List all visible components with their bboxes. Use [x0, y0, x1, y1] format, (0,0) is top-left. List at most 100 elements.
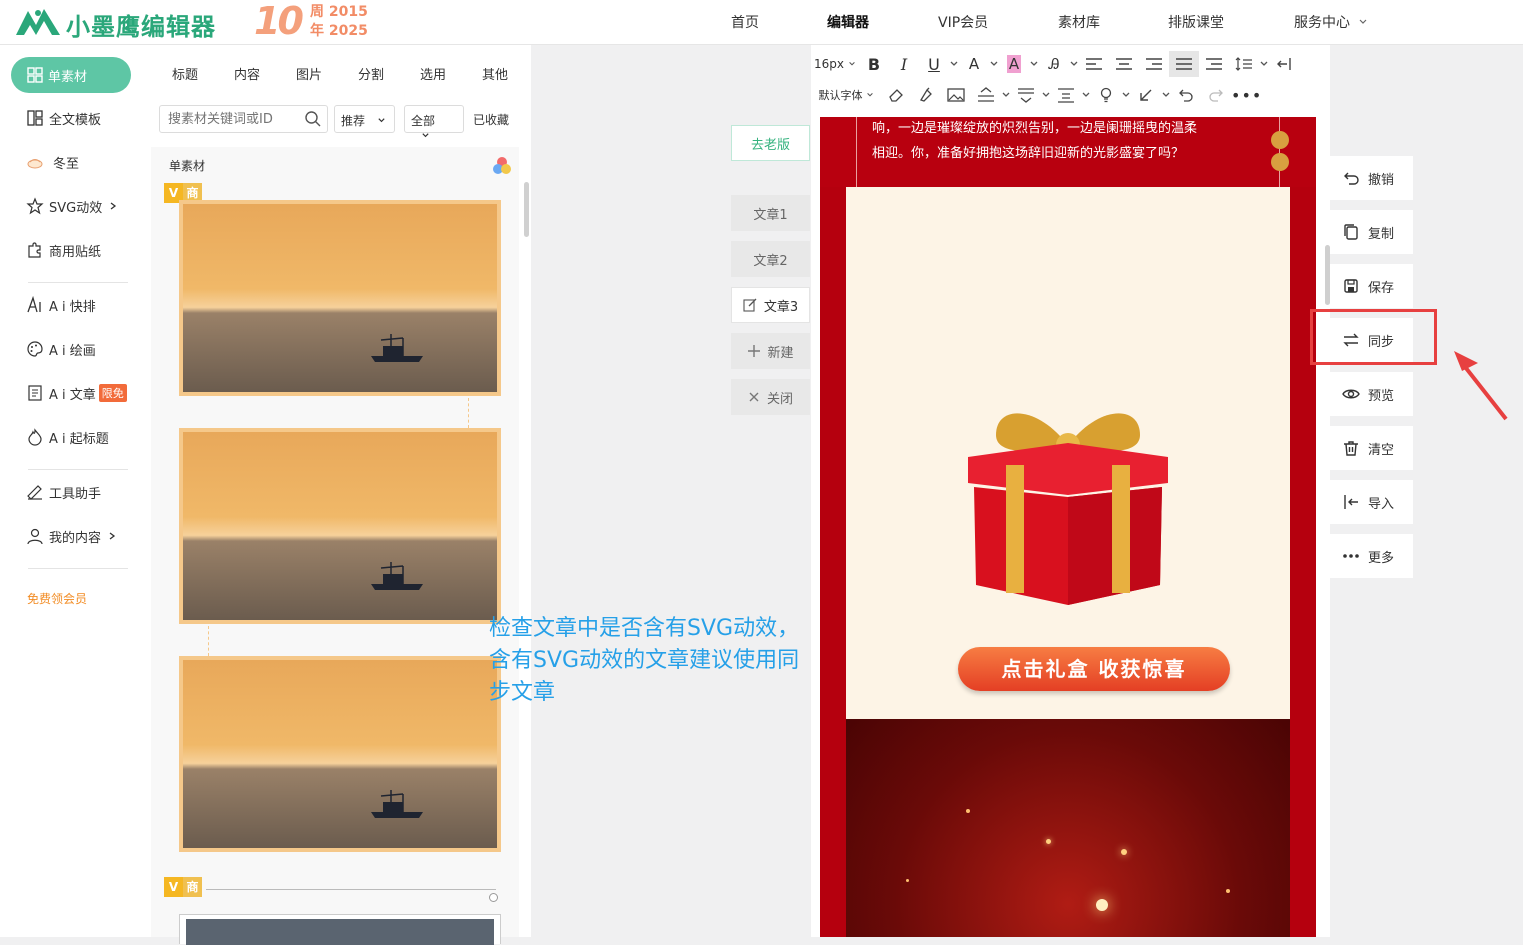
tab-selected[interactable]: 选用 [420, 64, 446, 83]
spacing-after-icon[interactable] [1011, 82, 1041, 108]
sidebar-item-commercial-stickers[interactable]: 商用贴纸 [26, 239, 101, 261]
chevron-down-icon[interactable] [949, 59, 959, 69]
lightbulb-icon[interactable] [1091, 82, 1121, 108]
align-justify-icon[interactable] [1169, 51, 1199, 77]
old-version-button[interactable]: 去老版 [731, 125, 810, 161]
save-button[interactable]: 保存 [1330, 264, 1413, 308]
new-doc-button[interactable]: 新建 [731, 333, 810, 369]
sidebar-item-ai-article[interactable]: A i 文章 限免 [26, 382, 127, 404]
align-right-icon[interactable] [1139, 51, 1169, 77]
free-membership-link[interactable]: 免费领会员 [27, 590, 87, 607]
nav-materials[interactable]: 素材库 [1058, 12, 1100, 32]
highlight-color-icon[interactable]: A [999, 51, 1029, 77]
doc-tab-3[interactable]: 文章3 [731, 287, 810, 323]
align-center-icon[interactable] [1109, 51, 1139, 77]
search-input[interactable] [159, 105, 328, 133]
gift-block[interactable]: 点击礼盒 收获惊喜 [846, 187, 1290, 719]
doc-tab-2[interactable]: 文章2 [731, 241, 810, 277]
sidebar-item-full-template[interactable]: 全文模板 [26, 107, 101, 129]
more-icon[interactable]: ••• [1231, 82, 1262, 108]
doc-tab-1[interactable]: 文章1 [731, 195, 810, 231]
gift-box-image[interactable] [966, 395, 1170, 605]
chevron-down-icon[interactable] [989, 59, 999, 69]
vip-badge: V [164, 877, 183, 897]
sidebar-item-label: 商用贴纸 [49, 244, 102, 260]
sidebar-item-svg-effects[interactable]: SVG动效 [26, 195, 123, 217]
chevron-down-icon[interactable] [1259, 59, 1269, 69]
tab-title[interactable]: 标题 [172, 64, 198, 83]
chevron-down-icon[interactable] [1029, 59, 1039, 69]
scope-dropdown[interactable]: 全部 [404, 105, 464, 138]
bold-icon[interactable]: B [859, 51, 889, 77]
nav-course[interactable]: 排版课堂 [1168, 12, 1224, 32]
nav-editor[interactable]: 编辑器 [827, 12, 869, 32]
redo-icon[interactable] [1201, 82, 1231, 108]
tab-divider[interactable]: 分割 [358, 64, 384, 83]
tab-content[interactable]: 内容 [234, 64, 260, 83]
eagle-logo-icon[interactable] [14, 5, 62, 37]
material-scrollbar[interactable] [524, 182, 529, 237]
chevron-down-icon[interactable] [1161, 90, 1171, 100]
exit-icon[interactable] [1269, 51, 1299, 77]
sidebar-item-ai-painting[interactable]: A i 绘画 [26, 338, 96, 360]
favorites-filter[interactable]: 已收藏 [473, 111, 509, 128]
copy-button[interactable]: 复制 [1330, 210, 1413, 254]
tab-image[interactable]: 图片 [296, 64, 322, 83]
font-size-select[interactable]: 16px [811, 51, 859, 77]
nav-service[interactable]: 服务中心 [1294, 12, 1368, 32]
undo-label: 撤销 [1368, 172, 1395, 188]
tab-other[interactable]: 其他 [482, 64, 508, 83]
chevron-down-icon[interactable] [1069, 59, 1079, 69]
indent-icon[interactable] [1199, 51, 1229, 77]
sidebar-item-single-material[interactable]: 单素材 [11, 57, 131, 93]
underline-icon[interactable]: U [919, 51, 949, 77]
search-icon[interactable] [304, 110, 322, 128]
sidebar-item-ai-title[interactable]: A i 起标题 [26, 426, 109, 448]
text-effect-icon[interactable]: Ꭿ [1039, 51, 1069, 77]
close-doc-button[interactable]: 关闭 [731, 379, 810, 415]
chevron-down-icon[interactable] [1001, 90, 1011, 100]
chevron-down-icon[interactable] [1121, 90, 1131, 100]
preview-button[interactable]: 预览 [1330, 372, 1413, 416]
logo-text[interactable]: 小墨鹰编辑器 [66, 7, 216, 42]
divider-material[interactable] [206, 889, 496, 890]
font-color-icon[interactable]: A [959, 51, 989, 77]
undo-button[interactable]: 撤销 [1330, 156, 1413, 200]
material-card[interactable] [179, 200, 501, 396]
sidebar-item-winter-solstice[interactable]: 冬至 [26, 151, 79, 173]
image-icon[interactable] [941, 82, 971, 108]
line-height-icon[interactable] [1229, 51, 1259, 77]
nav-vip[interactable]: VIP会员 [938, 12, 988, 32]
chevron-down-icon[interactable] [1041, 90, 1051, 100]
eraser-icon[interactable] [881, 82, 911, 108]
sort-dropdown[interactable]: 推荐 [334, 105, 395, 133]
arrow-down-left-icon[interactable] [1131, 82, 1161, 108]
firework-block[interactable] [846, 719, 1290, 937]
undo-icon[interactable] [1171, 82, 1201, 108]
article-canvas[interactable]: 响，一边是璀璨绽放的炽烈告别，一边是阑珊摇曳的温柔 相迎。你，准备好拥抱这场辞旧… [820, 117, 1316, 937]
font-family-select[interactable]: 默认字体 [811, 82, 881, 108]
sidebar-item-label: A i 绘画 [49, 343, 96, 359]
format-brush-icon[interactable] [911, 82, 941, 108]
sidebar-item-tools[interactable]: 工具助手 [26, 481, 101, 503]
material-card[interactable] [179, 656, 501, 852]
nav-home[interactable]: 首页 [731, 12, 759, 32]
material-card[interactable] [179, 428, 501, 624]
sidebar-item-my-content[interactable]: 我的内容 [26, 525, 122, 547]
material-card-partial[interactable] [179, 914, 501, 945]
gift-cta-button[interactable]: 点击礼盒 收获惊喜 [958, 647, 1230, 691]
sidebar-item-ai-layout[interactable]: A i 快排 [26, 294, 96, 316]
preview-label: 预览 [1368, 388, 1395, 404]
user-icon [27, 528, 43, 545]
import-button[interactable]: 导入 [1330, 480, 1413, 524]
letter-spacing-icon[interactable] [1051, 82, 1081, 108]
clear-button[interactable]: 清空 [1330, 426, 1413, 470]
chevron-down-icon[interactable] [1081, 90, 1091, 100]
article-header-block[interactable]: 响，一边是璀璨绽放的炽烈告别，一边是阑珊摇曳的温柔 相迎。你，准备好拥抱这场辞旧… [820, 117, 1316, 187]
color-palette-icon[interactable] [491, 155, 513, 177]
align-left-icon[interactable] [1079, 51, 1109, 77]
italic-icon[interactable]: I [889, 51, 919, 77]
copy-label: 复制 [1368, 226, 1395, 242]
more-button[interactable]: 更多 [1330, 534, 1413, 578]
spacing-before-icon[interactable] [971, 82, 1001, 108]
